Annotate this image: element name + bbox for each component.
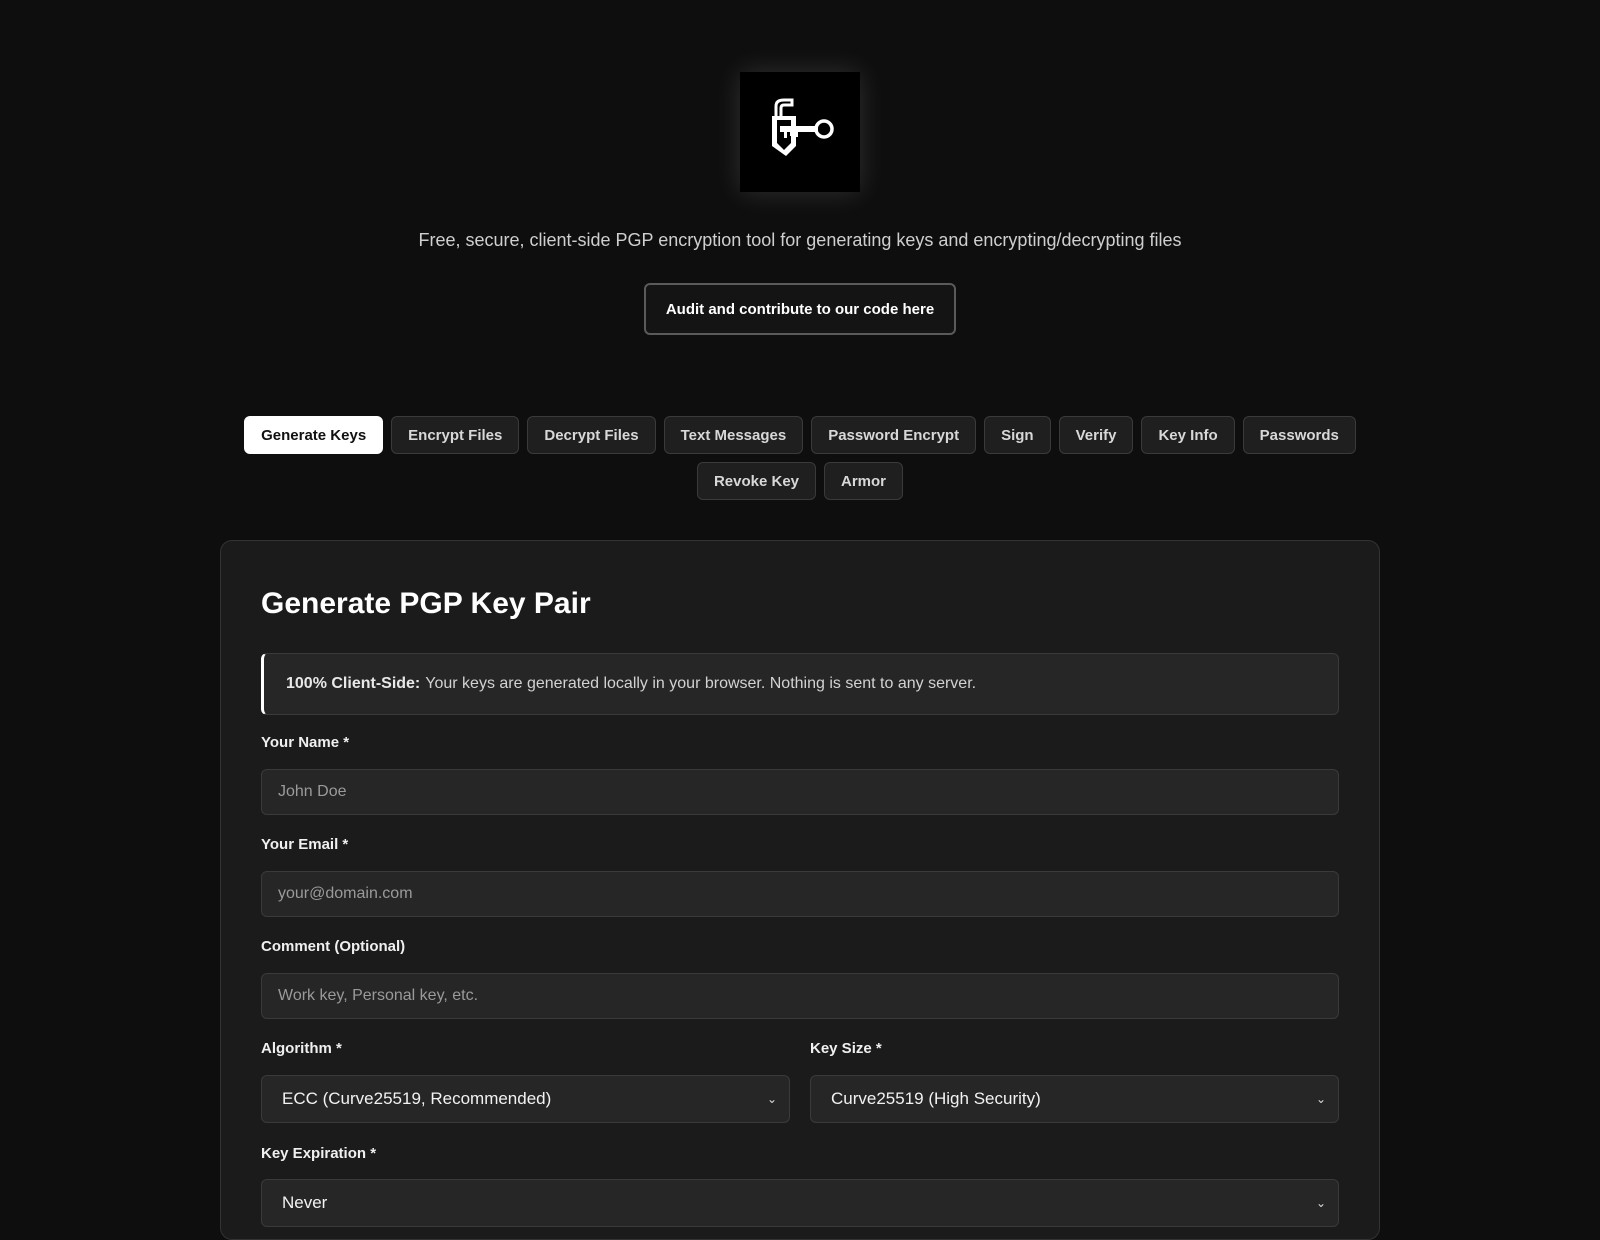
email-field[interactable]: your@domain.com	[261, 871, 1339, 917]
tab-revoke-key[interactable]: Revoke Key	[696, 462, 817, 500]
tab-bar-row-1: Generate Keys Encrypt Files Decrypt File…	[0, 416, 1600, 454]
algorithm-value: ECC (Curve25519, Recommended)	[282, 1089, 552, 1108]
chevron-down-icon: ⌄	[766, 1092, 777, 1106]
notice-bold: 100% Client-Side:	[286, 675, 421, 692]
audit-code-button[interactable]: Audit and contribute to our code here	[644, 283, 956, 335]
expiration-select[interactable]: Never ⌄	[261, 1179, 1339, 1227]
name-label: Your Name *	[261, 734, 350, 751]
chevron-down-icon: ⌄	[1315, 1196, 1326, 1210]
keysize-value: Curve25519 (High Security)	[831, 1089, 1041, 1108]
tab-key-info[interactable]: Key Info	[1141, 416, 1235, 454]
tab-bar-row-2: Revoke Key Armor	[0, 462, 1600, 500]
panel-title: Generate PGP Key Pair	[261, 587, 591, 620]
keysize-select[interactable]: Curve25519 (High Security) ⌄	[810, 1075, 1339, 1123]
tab-decrypt-files[interactable]: Decrypt Files	[527, 416, 656, 454]
tagline: Free, secure, client-side PGP encryption…	[418, 230, 1182, 250]
generate-keys-panel: Generate PGP Key Pair 100% Client-Side: …	[220, 540, 1380, 1240]
tab-armor[interactable]: Armor	[824, 462, 904, 500]
logo	[740, 72, 860, 192]
name-field[interactable]: John Doe	[261, 769, 1339, 815]
notice-text: Your keys are generated locally in your …	[425, 675, 977, 692]
tab-passwords[interactable]: Passwords	[1242, 416, 1356, 454]
email-label: Your Email *	[261, 836, 349, 853]
algorithm-select[interactable]: ECC (Curve25519, Recommended) ⌄	[261, 1075, 790, 1123]
tab-text-messages[interactable]: Text Messages	[663, 416, 804, 454]
tab-verify[interactable]: Verify	[1058, 416, 1134, 454]
tab-encrypt-files[interactable]: Encrypt Files	[391, 416, 520, 454]
algorithm-label: Algorithm *	[261, 1040, 342, 1057]
keysize-label: Key Size *	[810, 1040, 882, 1057]
lock-key-icon	[772, 98, 834, 156]
comment-field[interactable]: Work key, Personal key, etc.	[261, 973, 1339, 1019]
expiration-label: Key Expiration *	[261, 1145, 377, 1162]
comment-label: Comment (Optional)	[261, 938, 406, 955]
tab-generate-keys[interactable]: Generate Keys	[244, 416, 384, 454]
tab-sign[interactable]: Sign	[984, 416, 1051, 454]
client-side-notice: 100% Client-Side: Your keys are generate…	[261, 653, 1339, 715]
expiration-value: Never	[282, 1193, 328, 1212]
tab-password-encrypt[interactable]: Password Encrypt	[811, 416, 977, 454]
chevron-down-icon: ⌄	[1315, 1092, 1326, 1106]
